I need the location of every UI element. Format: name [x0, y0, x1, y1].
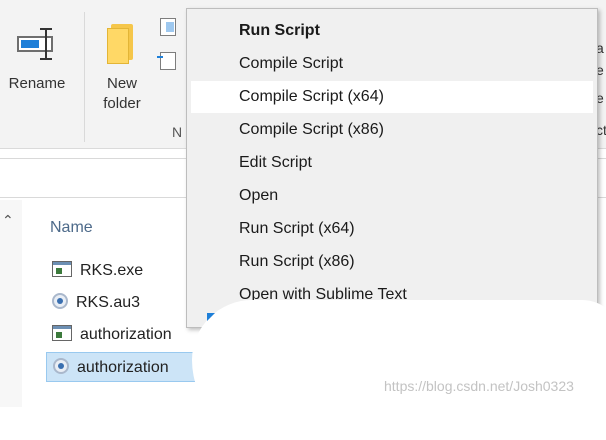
menu-item-run-script[interactable]: Run Script: [191, 15, 593, 47]
redaction-overlay: [192, 300, 606, 440]
exe-icon: [52, 325, 72, 341]
rename-button[interactable]: Rename: [4, 20, 70, 94]
file-list-item-selected[interactable]: authorization: [46, 352, 206, 382]
watermark: https://blog.csdn.net/Josh0323: [384, 378, 574, 394]
file-list-item[interactable]: RKS.exe: [46, 256, 206, 286]
file-list-item[interactable]: authorization: [46, 320, 206, 350]
rename-icon: [15, 24, 59, 64]
file-name: RKS.au3: [76, 294, 141, 311]
menu-icon-fragment: [207, 313, 215, 321]
rename-label: Rename: [8, 75, 66, 92]
copy-path-icon[interactable]: [160, 18, 176, 36]
exe-icon: [52, 261, 72, 277]
menu-item-run-script-x86[interactable]: Run Script (x86): [191, 246, 593, 278]
autoit-script-icon: [52, 293, 68, 309]
menu-item-compile-script[interactable]: Compile Script: [191, 48, 593, 80]
menu-item-compile-script-x64[interactable]: Compile Script (x64): [191, 81, 593, 113]
new-folder-button[interactable]: New folder: [94, 20, 150, 114]
chevron-up-icon[interactable]: ⌃: [2, 212, 14, 229]
navigation-pane: [0, 200, 22, 407]
menu-item-edit-script[interactable]: Edit Script: [191, 147, 593, 179]
folder-icon: [105, 20, 139, 64]
autoit-script-icon: [53, 358, 69, 374]
menu-item-run-script-x64[interactable]: Run Script (x64): [191, 213, 593, 245]
new-folder-label-line2: folder: [103, 95, 141, 112]
file-name: authorization: [77, 359, 169, 376]
file-list-item[interactable]: RKS.au3: [46, 288, 206, 318]
column-header-name[interactable]: Name: [50, 219, 93, 237]
new-item-icon[interactable]: [157, 52, 176, 70]
file-name: authorization: [80, 326, 172, 343]
new-folder-label-line1: New: [106, 75, 137, 92]
file-name: RKS.exe: [80, 262, 144, 279]
menu-item-open[interactable]: Open: [191, 180, 593, 212]
context-menu: Run Script Compile Script Compile Script…: [186, 8, 598, 328]
menu-item-compile-script-x86[interactable]: Compile Script (x86): [191, 114, 593, 146]
ribbon-group-label: N: [172, 124, 183, 140]
ribbon-divider: [84, 12, 85, 142]
